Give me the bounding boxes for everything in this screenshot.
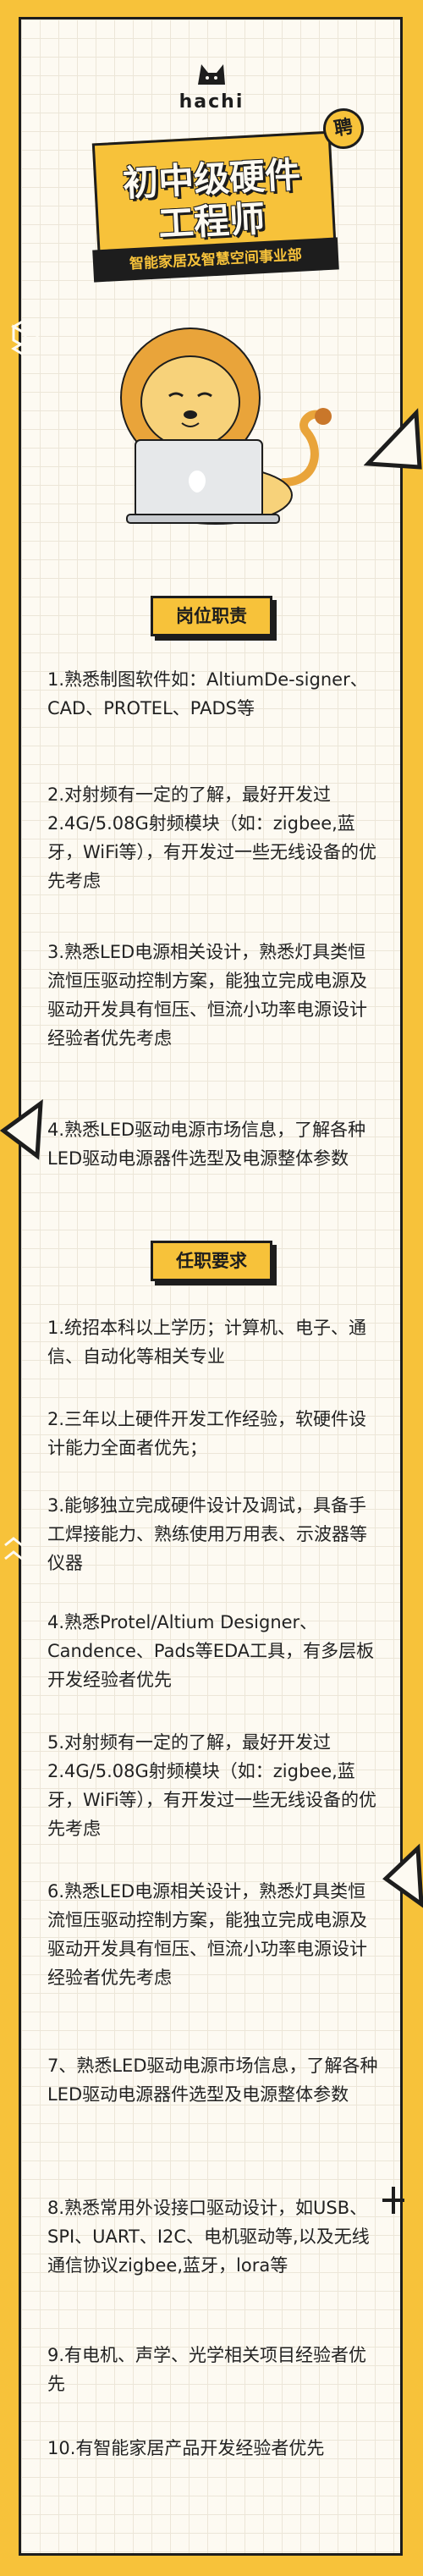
requirement-item: 4.熟悉Protel/Altium Designer、Candence、Pads…	[47, 1612, 375, 1690]
requirement-item: 5.对射频有一定的了解，最好开发过2.4G/5.08G射频模块（如：zigbee…	[47, 1732, 377, 1839]
duty-item: 2.对射频有一定的了解，最好开发过2.4G/5.08G射频模块（如：zigbee…	[47, 784, 377, 891]
triangle-outline-decoration	[364, 408, 422, 470]
requirement-item: 3.能够独立完成硬件设计及调试，具备手工焊接能力、熟练使用万用表、示波器等仪器	[47, 1495, 367, 1573]
duty-item: 4.熟悉LED驱动电源市场信息，了解各种LED驱动电源器件选型及电源整体参数	[47, 1120, 366, 1169]
lion-with-laptop-illustration	[120, 328, 332, 525]
requirement-item: 8.熟悉常用外设接口驱动设计，如USB、SPI、UART、I2C、电机驱动等,以…	[47, 2198, 370, 2276]
triangle-outline-decoration	[382, 1843, 423, 1908]
requirements-heading: 任职要求	[151, 1241, 272, 1281]
requirement-item: 6.熟悉LED电源相关设计，熟悉灯具类恒流恒压驱动控制方案，能独立完成电源及驱动…	[47, 1881, 367, 1988]
requirement-item: 9.有电机、声学、光学相关项目经验者优先	[47, 2345, 367, 2394]
cube-outline-decoration	[10, 318, 41, 355]
plus-decoration	[382, 2187, 404, 2214]
requirement-item: 2.三年以上硬件开发工作经验，软硬件设计能力全面者优先；	[47, 1409, 367, 1458]
duty-item: 1.熟悉制图软件如：AltiumDe-signer、CAD、PROTEL、PAD…	[47, 669, 368, 718]
brand-name: hachi	[179, 91, 244, 113]
requirement-item: 10.有智能家居产品开发经验者优先	[47, 2438, 325, 2458]
requirement-item: 1.统招本科以上学历；计算机、电子、通信、自动化等相关专业	[47, 1318, 367, 1367]
duties-heading: 岗位职责	[151, 596, 272, 636]
zigzag-decoration	[4, 1537, 40, 1560]
requirement-item: 7、熟悉LED驱动电源市场信息，了解各种LED驱动电源器件选型及电源整体参数	[47, 2056, 378, 2105]
cat-logo-icon	[198, 64, 225, 85]
duty-item: 3.熟悉LED电源相关设计，熟悉灯具类恒流恒压驱动控制方案，能独立完成电源及驱动…	[47, 942, 367, 1049]
triangle-outline-decoration	[0, 1098, 43, 1160]
